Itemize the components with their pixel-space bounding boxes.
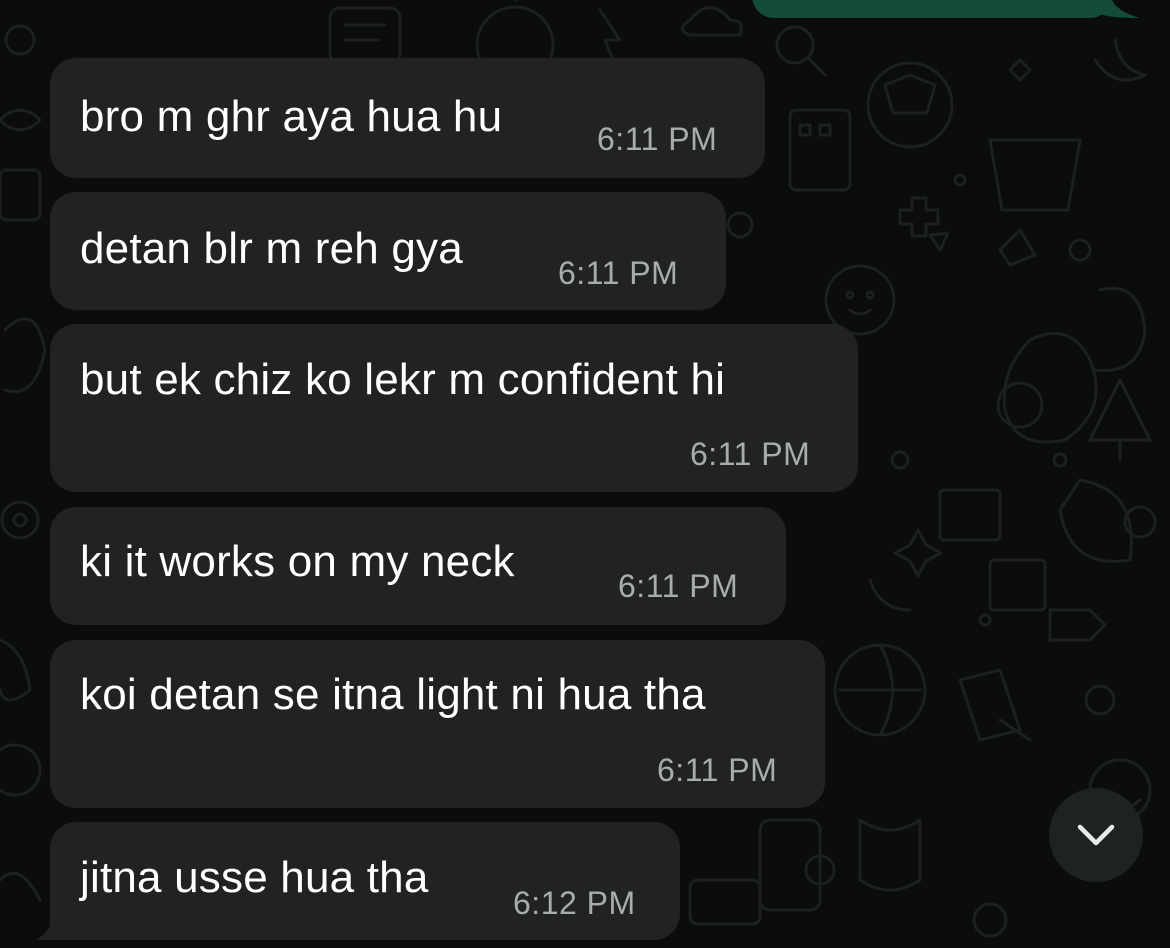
message-text: but ek chiz ko lekr m confident hi [80,355,726,404]
message-text: jitna usse hua tha [80,853,429,902]
message-text: koi detan se itna light ni hua tha [80,670,706,719]
outgoing-bubble-tail [1100,0,1140,18]
message-text: detan blr m reh gya [80,224,463,273]
incoming-message-bubble[interactable]: koi detan se itna light ni hua tha 6:11 … [50,640,825,808]
chevron-down-icon [1077,824,1115,846]
incoming-message-bubble[interactable]: jitna usse hua tha 6:12 PM [50,822,680,940]
message-text: ki it works on my neck [80,537,515,586]
message-timestamp: 6:11 PM [690,436,811,472]
message-timestamp: 6:11 PM [597,121,718,157]
incoming-message-bubble[interactable]: ki it works on my neck 6:11 PM [50,507,786,625]
message-timestamp: 6:12 PM [513,885,636,921]
message-text: bro m ghr aya hua hu [80,92,503,141]
chat-area[interactable]: bro m ghr aya hua hu 6:11 PM detan blr m… [0,0,1170,948]
message-timestamp: 6:11 PM [657,752,778,788]
message-timestamp: 6:11 PM [558,255,679,291]
outgoing-message-bubble[interactable] [752,0,1112,18]
incoming-message-bubble[interactable]: but ek chiz ko lekr m confident hi 6:11 … [50,324,858,492]
message-timestamp: 6:11 PM [618,568,739,604]
scroll-to-bottom-button[interactable] [1049,788,1143,882]
incoming-message-bubble[interactable]: bro m ghr aya hua hu 6:11 PM [50,58,765,178]
incoming-message-bubble[interactable]: detan blr m reh gya 6:11 PM [50,192,726,310]
